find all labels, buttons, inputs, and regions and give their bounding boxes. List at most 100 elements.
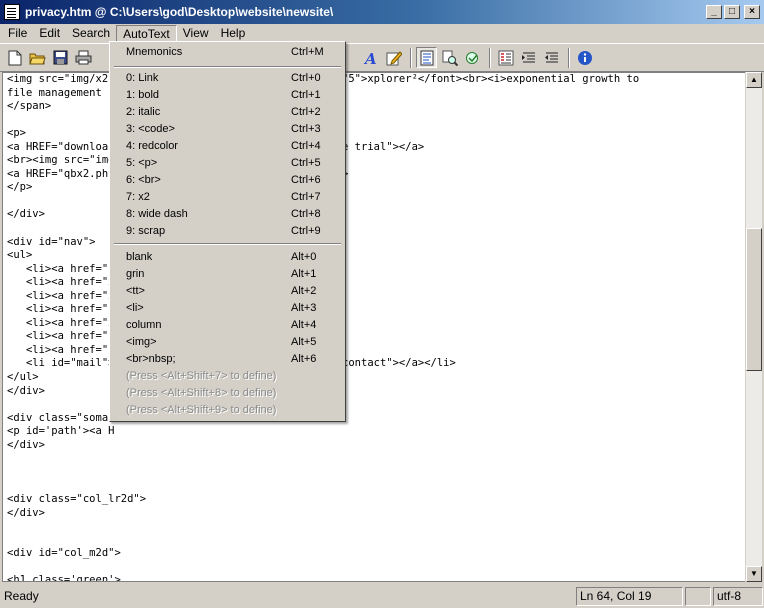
menu-item-autotext-ctrl[interactable]: 9: scrap Ctrl+9 xyxy=(110,223,345,240)
menu-item-autotext-ctrl[interactable]: 4: redcolor Ctrl+4 xyxy=(110,138,345,155)
menu-item-shortcut: Alt+3 xyxy=(291,302,317,314)
menu-item-autotext-ctrl[interactable]: 5: <p> Ctrl+5 xyxy=(110,155,345,172)
autotext-menu: Mnemonics Ctrl+M 0: Link Ctrl+0 1: bold Ctrl+… xyxy=(109,41,346,422)
vertical-scrollbar[interactable]: ▲ ▼ xyxy=(745,72,762,582)
menu-item-undefined: (Press <Alt+Shift+8> to define) xyxy=(110,385,345,402)
menu-item-shortcut: Ctrl+8 xyxy=(291,208,321,220)
code-line[interactable] xyxy=(3,466,745,480)
svg-text:A: A xyxy=(363,50,377,66)
code-line[interactable] xyxy=(3,479,745,493)
menu-item-shortcut: Ctrl+0 xyxy=(291,72,321,84)
menu-item-autotext-alt[interactable]: column Alt+4 xyxy=(110,317,345,334)
menu-item-shortcut: Ctrl+1 xyxy=(291,89,321,101)
scroll-thumb[interactable] xyxy=(746,228,762,371)
code-line[interactable]: </div> xyxy=(3,439,745,453)
menu-item-autotext-alt[interactable]: grin Alt+1 xyxy=(110,266,345,283)
menu-item-autotext-alt[interactable]: blank Alt+0 xyxy=(110,249,345,266)
indent-icon[interactable] xyxy=(518,47,539,68)
menu-item-autotext-ctrl[interactable]: 1: bold Ctrl+1 xyxy=(110,87,345,104)
menu-item-autotext-alt[interactable]: <img> Alt+5 xyxy=(110,334,345,351)
menu-item-autotext-ctrl[interactable]: 0: Link Ctrl+0 xyxy=(110,70,345,87)
menu-item-autotext-alt[interactable]: <br>nbsp; Alt+6 xyxy=(110,351,345,368)
outdent-icon[interactable] xyxy=(541,47,562,68)
menu-item-shortcut: Ctrl+2 xyxy=(291,106,321,118)
menu-item-mnemonics[interactable]: Mnemonics Ctrl+M xyxy=(110,44,345,61)
font-icon[interactable]: A xyxy=(360,47,381,68)
menu-help[interactable]: Help xyxy=(215,25,252,43)
save-icon[interactable] xyxy=(50,47,71,68)
menu-item-autotext-ctrl[interactable]: 6: <br> Ctrl+6 xyxy=(110,172,345,189)
menu-view[interactable]: View xyxy=(177,25,215,43)
menu-item-shortcut: Ctrl+9 xyxy=(291,225,321,237)
menu-item-autotext-ctrl[interactable]: 2: italic Ctrl+2 xyxy=(110,104,345,121)
menu-item-shortcut: Alt+5 xyxy=(291,336,317,348)
menu-separator xyxy=(114,243,341,245)
menu-item-undefined: (Press <Alt+Shift+9> to define) xyxy=(110,402,345,419)
status-encoding: utf-8 xyxy=(713,587,763,606)
menu-item-autotext-alt[interactable]: <tt> Alt+2 xyxy=(110,283,345,300)
code-line[interactable]: </div> xyxy=(3,507,745,521)
maximize-button[interactable]: □ xyxy=(724,5,740,19)
menu-item-label: 6: <br> xyxy=(126,174,161,186)
menu-item-label: 8: wide dash xyxy=(126,208,188,220)
wrap-icon[interactable] xyxy=(416,47,437,68)
menu-item-undefined: (Press <Alt+Shift+7> to define) xyxy=(110,368,345,385)
menu-item-autotext-ctrl[interactable]: 7: x2 Ctrl+7 xyxy=(110,189,345,206)
print-icon[interactable] xyxy=(73,47,94,68)
menu-edit[interactable]: Edit xyxy=(33,25,66,43)
status-bar: Ready Ln 64, Col 19 utf-8 xyxy=(0,585,764,608)
menu-item-label: <tt> xyxy=(126,285,145,297)
open-folder-icon[interactable] xyxy=(27,47,48,68)
window-title: privacy.htm @ C:\Users\god\Desktop\websi… xyxy=(25,5,334,19)
menu-item-autotext-alt[interactable]: <li> Alt+3 xyxy=(110,300,345,317)
toolbar-separator xyxy=(489,47,491,68)
menu-item-label: 3: <code> xyxy=(126,123,175,135)
menu-item-label: 0: Link xyxy=(126,72,159,84)
menu-item-shortcut: Alt+0 xyxy=(291,251,317,263)
menu-item-label: <img> xyxy=(126,336,157,348)
code-line[interactable]: <h1 class='green'> xyxy=(3,574,745,581)
info-icon[interactable] xyxy=(574,47,595,68)
code-line[interactable] xyxy=(3,520,745,534)
code-line[interactable] xyxy=(3,534,745,548)
menu-item-label: grin xyxy=(126,268,145,280)
scroll-up-button[interactable]: ▲ xyxy=(746,72,762,88)
edit-icon[interactable] xyxy=(383,47,404,68)
menu-item-label: (Press <Alt+Shift+8> to define) xyxy=(126,387,277,399)
code-line[interactable]: <p id='path'><a H xyxy=(3,425,745,439)
menu-item-label: 1: bold xyxy=(126,89,160,101)
menu-item-label: 4: redcolor xyxy=(126,140,178,152)
menu-file[interactable]: File xyxy=(2,25,33,43)
app-icon xyxy=(4,4,20,20)
status-ready: Ready xyxy=(4,589,39,603)
code-line[interactable] xyxy=(3,561,745,575)
minimize-button[interactable]: _ xyxy=(706,5,722,19)
code-line[interactable]: <div class="col_lr2d"> xyxy=(3,493,745,507)
new-file-icon[interactable] xyxy=(4,47,25,68)
menu-item-autotext-ctrl[interactable]: 8: wide dash Ctrl+8 xyxy=(110,206,345,223)
close-button[interactable]: × xyxy=(744,5,760,19)
replace-icon[interactable] xyxy=(462,47,483,68)
menu-separator xyxy=(114,66,341,68)
menu-item-shortcut: Alt+6 xyxy=(291,353,317,365)
menu-item-autotext-ctrl[interactable]: 3: <code> Ctrl+3 xyxy=(110,121,345,138)
scroll-down-button[interactable]: ▼ xyxy=(746,566,762,582)
list-icon[interactable] xyxy=(495,47,516,68)
menu-item-label: Mnemonics xyxy=(126,46,183,58)
code-line[interactable]: <div id="col_m2d"> xyxy=(3,547,745,561)
window-controls: _ □ × xyxy=(706,5,760,19)
find-icon[interactable] xyxy=(439,47,460,68)
status-empty-panel xyxy=(685,587,711,606)
menu-item-label: (Press <Alt+Shift+9> to define) xyxy=(126,404,277,416)
toolbar-separator xyxy=(410,47,412,68)
menu-autotext[interactable]: AutoText xyxy=(116,24,177,43)
menu-item-label: (Press <Alt+Shift+7> to define) xyxy=(126,370,277,382)
code-line[interactable] xyxy=(3,452,745,466)
menu-search[interactable]: Search xyxy=(66,25,116,43)
menu-item-shortcut: Alt+2 xyxy=(291,285,317,297)
title-bar: privacy.htm @ C:\Users\god\Desktop\websi… xyxy=(0,0,764,24)
menu-item-shortcut: Ctrl+4 xyxy=(291,140,321,152)
menu-item-label: 7: x2 xyxy=(126,191,150,203)
menu-item-shortcut: Ctrl+M xyxy=(291,46,324,58)
menu-item-label: 5: <p> xyxy=(126,157,158,169)
